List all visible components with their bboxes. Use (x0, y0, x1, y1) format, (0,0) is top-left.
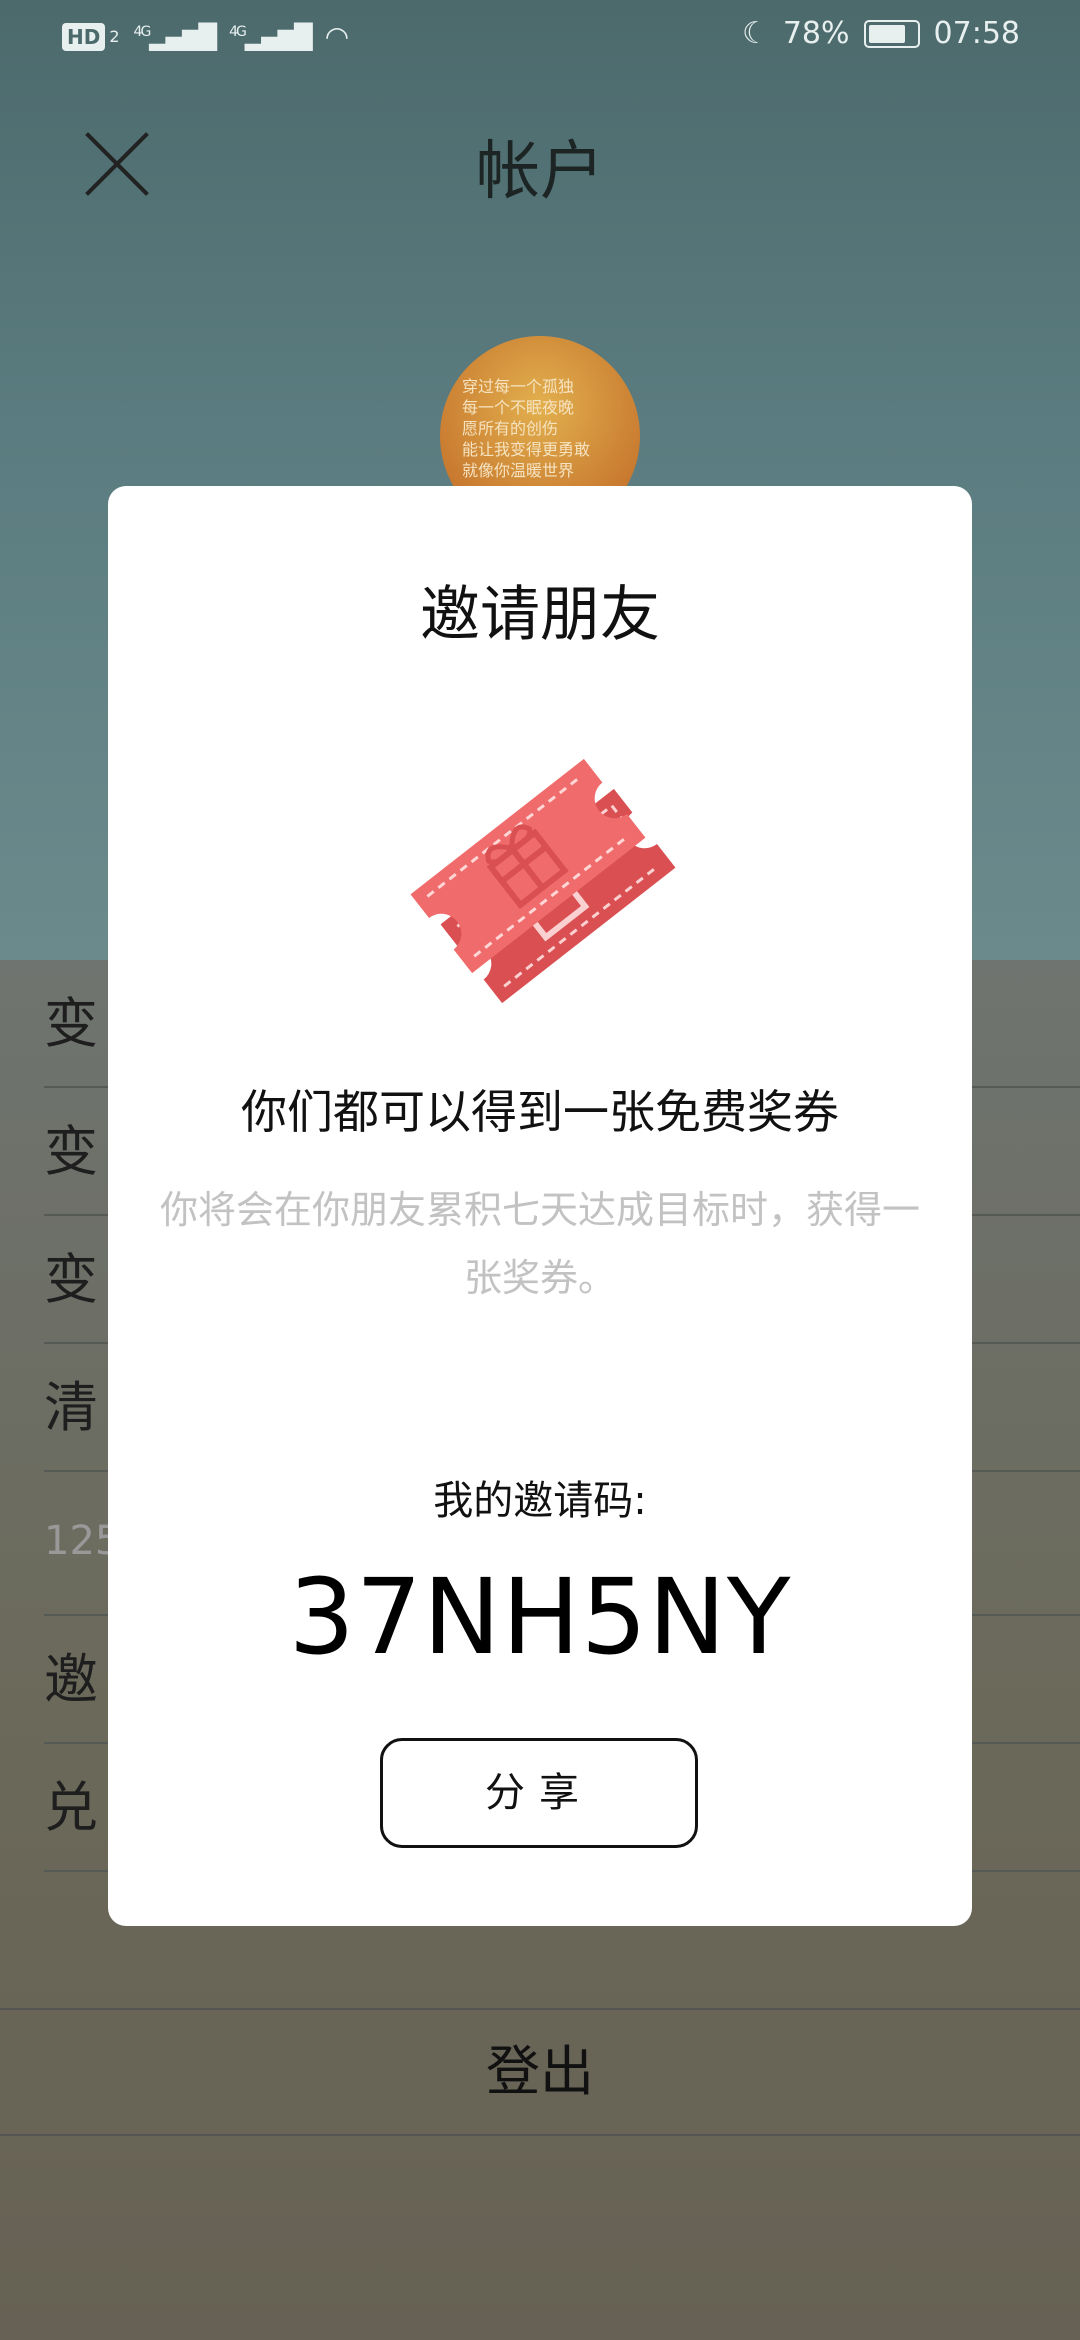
avatar-line: 愿所有的创伤 (462, 419, 559, 438)
status-bar: HD 2 4G▂▄▆█ 4G▂▄▆█ ◠ ☾ 78% 07:58 (0, 0, 1080, 72)
page-title: 帐户 (476, 135, 604, 209)
list-item-label: 兑 (44, 1776, 98, 1839)
battery-icon (863, 19, 920, 48)
signal-icon: 4G▂▄▆█ (133, 22, 218, 51)
invite-code-label: 我的邀请码: (433, 1478, 647, 1524)
battery-percent: 78% (782, 16, 850, 51)
list-item-label: 变 (44, 1120, 98, 1183)
hd-indicator: HD (62, 22, 106, 51)
avatar-line: 能让我变得更勇敢 (462, 440, 591, 459)
reward-headline: 你们都可以得到一张免费奖券 (241, 1085, 839, 1139)
sim-index: 2 (109, 27, 120, 46)
invite-code[interactable]: 37NH5NY (108, 1556, 972, 1678)
wifi-icon: ◠ (324, 20, 350, 53)
dialog-title: 邀请朋友 (420, 580, 660, 650)
list-item-label: 清 (44, 1376, 98, 1439)
clock: 07:58 (933, 16, 1020, 51)
list-item-label: 变 (44, 992, 98, 1055)
list-item-label: 邀 (44, 1648, 98, 1711)
moon-icon: ☾ (741, 16, 769, 51)
avatar-line: 穿过每一个孤独 (462, 377, 575, 396)
avatar-line: 就像你温暖世界 (462, 461, 575, 480)
reward-description: 你将会在你朋友累积七天达成目标时，获得一张奖券。 (159, 1188, 920, 1300)
list-item-label: 变 (44, 1248, 98, 1311)
avatar-line: 每一个不眠夜晚 (462, 398, 575, 417)
share-button[interactable]: 分享 (380, 1738, 698, 1848)
invite-dialog: 邀请朋友 你们都可以得到一张免费奖券 你将会在你朋友累积七天达成目标时，获得一张… (108, 486, 972, 1926)
gift-ticket-icon (410, 758, 676, 1004)
signal-icon-2: 4G▂▄▆█ (229, 22, 313, 51)
logout-button[interactable]: 登出 (0, 2008, 1080, 2136)
